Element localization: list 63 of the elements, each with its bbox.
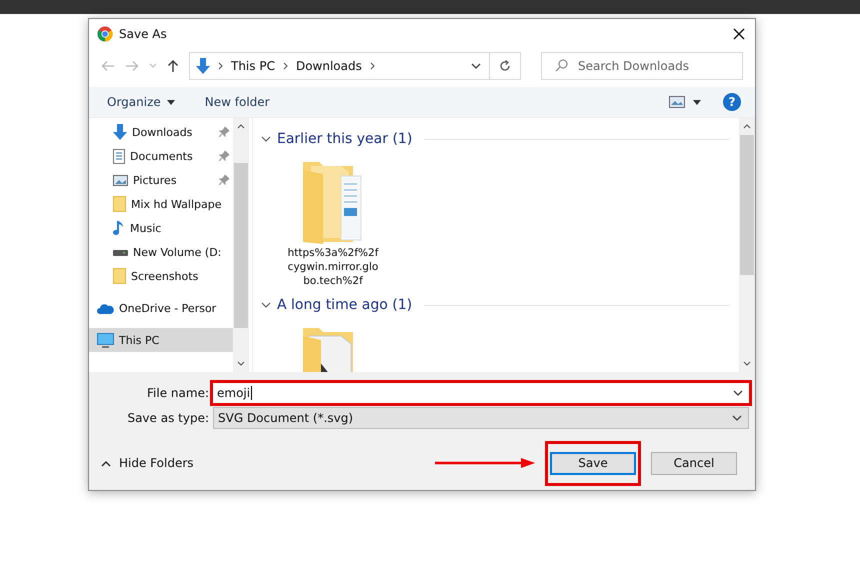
caret-icon — [166, 100, 175, 104]
new-folder-button[interactable]: New folder — [204, 95, 270, 109]
scroll-up-icon[interactable] — [237, 124, 245, 129]
chevron-right-icon — [282, 62, 288, 70]
monitor-icon — [97, 332, 114, 348]
sidebar-item[interactable]: Downloads — [89, 120, 233, 144]
drive-icon — [113, 248, 128, 256]
download-arrow-icon — [196, 58, 210, 74]
help-button[interactable]: ? — [723, 93, 741, 111]
scroll-up-icon[interactable] — [743, 124, 751, 129]
document-icon — [113, 148, 125, 164]
download-arrow-icon — [113, 124, 127, 140]
folder-icon — [113, 268, 126, 284]
chevron-right-icon — [370, 62, 375, 70]
group-heading[interactable]: Earlier this year (1) — [277, 131, 412, 147]
sidebar-item[interactable]: OneDrive - Persor — [89, 296, 233, 320]
sidebar-item[interactable]: This PC — [89, 328, 233, 352]
view-dropdown-icon[interactable] — [693, 100, 701, 104]
pin-icon[interactable] — [219, 127, 229, 137]
field-label: Save as type: — [126, 410, 210, 424]
cancel-button[interactable]: Cancel — [651, 452, 737, 474]
picture-icon — [113, 174, 128, 186]
chevron-up-icon — [101, 460, 111, 466]
file-name[interactable]: https%3a%2f%2fcygwin.mirror.globo.tech%2f — [286, 246, 380, 288]
organize-menu[interactable]: Organize — [107, 95, 175, 109]
folder-icon — [113, 196, 126, 212]
pin-icon[interactable] — [219, 151, 229, 161]
sidebar-item[interactable]: Screenshots — [89, 264, 233, 288]
sidebar-item[interactable]: Documents — [89, 144, 233, 168]
field-label: File name: — [146, 386, 210, 400]
save-button[interactable]: Save — [550, 452, 636, 474]
dropdown-chevron-icon — [732, 414, 742, 420]
cloud-icon — [97, 302, 114, 314]
breadcrumb[interactable]: Downloads — [296, 59, 362, 73]
view-icon[interactable] — [669, 96, 685, 108]
scrollbar[interactable] — [739, 118, 755, 372]
sidebar-item[interactable]: Music — [89, 216, 233, 240]
close-icon[interactable] — [733, 28, 745, 40]
dropdown-chevron-icon[interactable] — [733, 390, 743, 396]
scroll-down-icon[interactable] — [743, 361, 751, 366]
chevron-right-icon — [218, 62, 223, 70]
scroll-down-icon[interactable] — [237, 361, 245, 366]
search-icon — [555, 59, 568, 72]
browser-logo-icon — [97, 26, 113, 42]
sidebar-item[interactable]: New Volume (D: — [89, 240, 233, 264]
address-bar[interactable]: This PC Downloads — [189, 52, 521, 80]
file-name-field[interactable]: emoji — [210, 380, 752, 406]
scrollbar[interactable] — [233, 118, 249, 372]
breadcrumb[interactable]: This PC — [231, 59, 275, 73]
hide-folders-button[interactable]: Hide Folders — [101, 456, 194, 470]
dropdown-chevron-icon[interactable] — [471, 63, 481, 69]
pin-icon[interactable] — [219, 175, 229, 185]
refresh-icon — [499, 60, 511, 72]
search-field[interactable]: Search Downloads — [541, 52, 743, 80]
chevron-icon[interactable] — [261, 302, 271, 308]
up-arrow-icon[interactable] — [167, 59, 179, 73]
window-title: Save As — [119, 27, 167, 41]
group-heading[interactable]: A long time ago (1) — [277, 297, 412, 313]
chevron-icon[interactable] — [261, 136, 271, 142]
sidebar-item[interactable]: Pictures — [89, 168, 233, 192]
music-note-icon — [113, 220, 125, 236]
file-type-dropdown[interactable]: SVG Document (*.svg) — [213, 406, 749, 428]
sidebar-item[interactable]: Mix hd Wallpape — [89, 192, 233, 216]
